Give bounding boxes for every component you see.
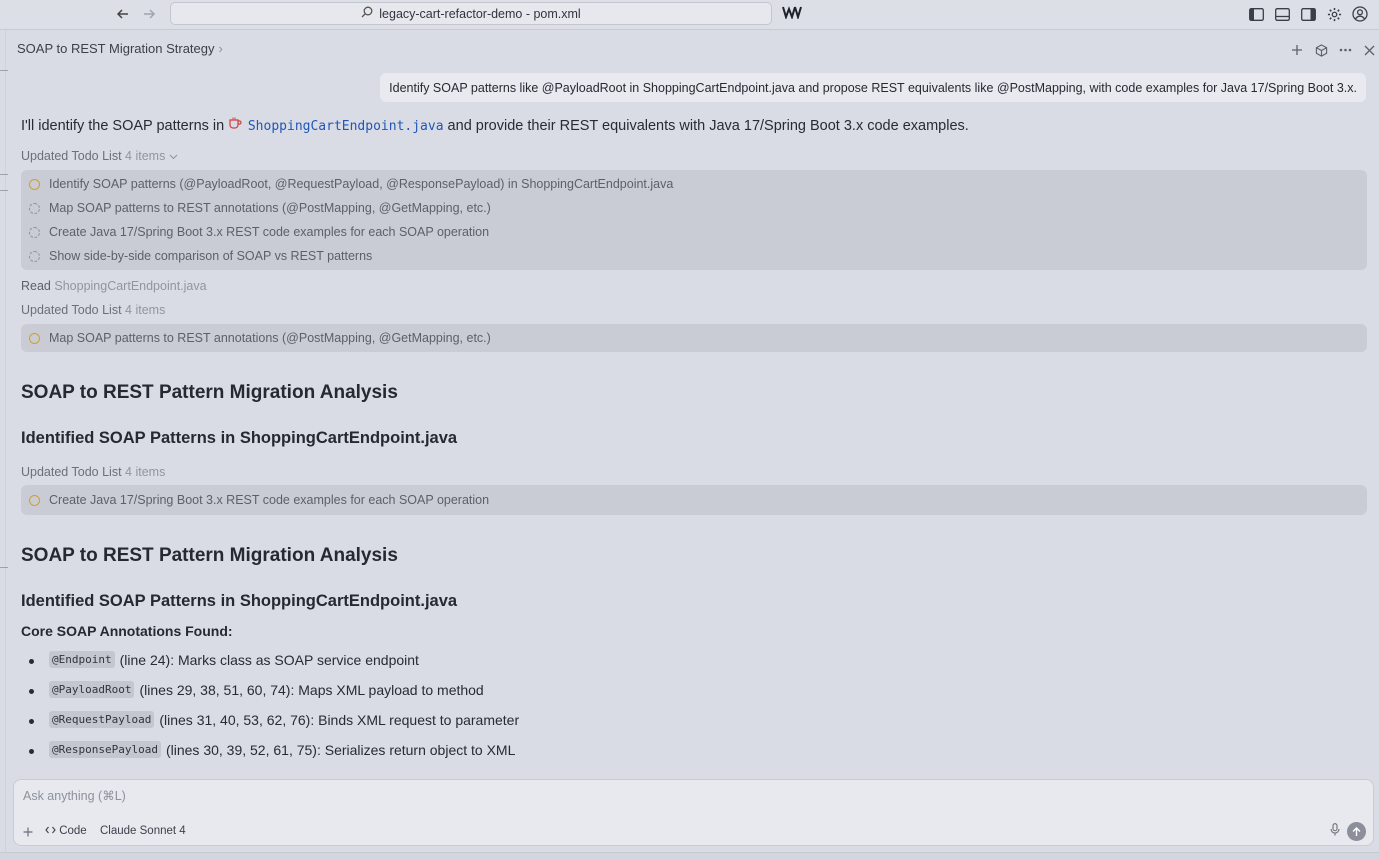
- todo-list-box: Map SOAP patterns to REST annotations (@…: [21, 324, 1367, 352]
- core-annotations-heading: Core SOAP Annotations Found:: [21, 623, 233, 639]
- todo-item: Map SOAP patterns to REST annotations (@…: [29, 331, 491, 345]
- todo-list-box: Identify SOAP patterns (@PayloadRoot, @R…: [21, 170, 1367, 270]
- inline-code: @ResponsePayload: [49, 741, 161, 758]
- chevron-down-icon: [169, 149, 178, 163]
- subsection-heading: Identified SOAP Patterns in ShoppingCart…: [21, 592, 458, 610]
- close-icon[interactable]: [1359, 40, 1379, 60]
- new-chat-plus-icon[interactable]: [1287, 40, 1307, 60]
- conversation-title[interactable]: SOAP to REST Migration Strategy ›: [17, 41, 223, 56]
- status-strip: [0, 852, 1379, 860]
- todo-list-header[interactable]: Updated Todo List 4 items: [21, 465, 165, 479]
- in-progress-circle-icon: [29, 332, 40, 344]
- list-item: @PayloadRoot (lines 29, 38, 51, 60, 74): …: [29, 681, 484, 698]
- toggle-secondary-sidebar-icon[interactable]: [1299, 5, 1317, 23]
- list-item: @Endpoint (line 24): Marks class as SOAP …: [29, 651, 419, 668]
- in-progress-circle-icon: [29, 494, 40, 506]
- inline-code: @RequestPayload: [49, 711, 155, 728]
- pending-circle-icon: [29, 250, 40, 262]
- model-selector-button[interactable]: Claude Sonnet 4: [100, 825, 186, 837]
- left-gutter: [0, 30, 8, 860]
- list-item: @ResponsePayload (lines 30, 39, 52, 61, 7…: [28, 741, 515, 758]
- account-icon[interactable]: [1351, 5, 1369, 23]
- java-file-icon: [228, 117, 246, 133]
- file-link-shoppingcartendpoint[interactable]: ShoppingCartEndpoint.java: [248, 119, 444, 134]
- tool-read-file[interactable]: Read ShoppingCartEndpoint.java: [21, 279, 207, 293]
- assistant-intro-text: I'll identify the SOAP patterns in Shopp…: [21, 117, 969, 134]
- toggle-panel-icon[interactable]: [1273, 5, 1291, 23]
- chat-panel-header: SOAP to REST Migration Strategy ›: [6, 38, 1379, 62]
- todo-list-header[interactable]: Updated Todo List 4 items: [21, 149, 178, 163]
- in-progress-circle-icon: [29, 178, 40, 190]
- arrow-right-icon[interactable]: [139, 5, 159, 23]
- settings-gear-icon[interactable]: [1325, 5, 1343, 23]
- code-brackets-icon: [45, 825, 59, 837]
- chat-composer: Code Claude Sonnet 4: [13, 779, 1374, 846]
- inline-code: @Endpoint: [49, 651, 115, 668]
- search-icon: [361, 6, 373, 21]
- todo-item: Map SOAP patterns to REST annotations (@…: [29, 201, 491, 215]
- chat-input[interactable]: [23, 786, 1323, 806]
- pending-circle-icon: [29, 226, 40, 238]
- subsection-heading: Identified SOAP Patterns in ShoppingCart…: [21, 429, 458, 447]
- microphone-icon[interactable]: [1330, 823, 1340, 839]
- todo-item: Identify SOAP patterns (@PayloadRoot, @R…: [29, 177, 673, 191]
- windsurf-logo-icon[interactable]: [782, 4, 802, 24]
- pending-circle-icon: [29, 202, 40, 214]
- command-search-bar[interactable]: legacy-cart-refactor-demo - pom.xml: [170, 2, 772, 25]
- title-bar: legacy-cart-refactor-demo - pom.xml: [0, 0, 1379, 30]
- todo-item: Create Java 17/Spring Boot 3.x REST code…: [29, 493, 489, 507]
- todo-item: Create Java 17/Spring Boot 3.x REST code…: [29, 225, 489, 239]
- send-button[interactable]: [1347, 822, 1366, 841]
- search-bar-text: legacy-cart-refactor-demo - pom.xml: [379, 6, 581, 21]
- arrow-left-icon[interactable]: [113, 5, 133, 23]
- code-mode-button[interactable]: Code: [45, 825, 87, 837]
- list-item: @RequestPayload (lines 31, 40, 53, 62, 76…: [28, 711, 519, 728]
- cube-icon[interactable]: [1311, 40, 1331, 60]
- more-options-icon[interactable]: [1335, 40, 1355, 60]
- toggle-primary-sidebar-icon[interactable]: [1247, 5, 1265, 23]
- add-context-plus-icon[interactable]: [23, 824, 33, 840]
- user-message-bubble: Identify SOAP patterns like @PayloadRoot…: [380, 73, 1366, 102]
- section-heading: SOAP to REST Pattern Migration Analysis: [21, 382, 398, 403]
- todo-list-header[interactable]: Updated Todo List 4 items: [21, 303, 165, 317]
- chevron-right-icon: ›: [218, 41, 223, 56]
- inline-code: @PayloadRoot: [49, 681, 135, 698]
- todo-item: Show side-by-side comparison of SOAP vs …: [29, 249, 372, 263]
- todo-list-box: Create Java 17/Spring Boot 3.x REST code…: [21, 485, 1367, 515]
- section-heading: SOAP to REST Pattern Migration Analysis: [21, 545, 398, 566]
